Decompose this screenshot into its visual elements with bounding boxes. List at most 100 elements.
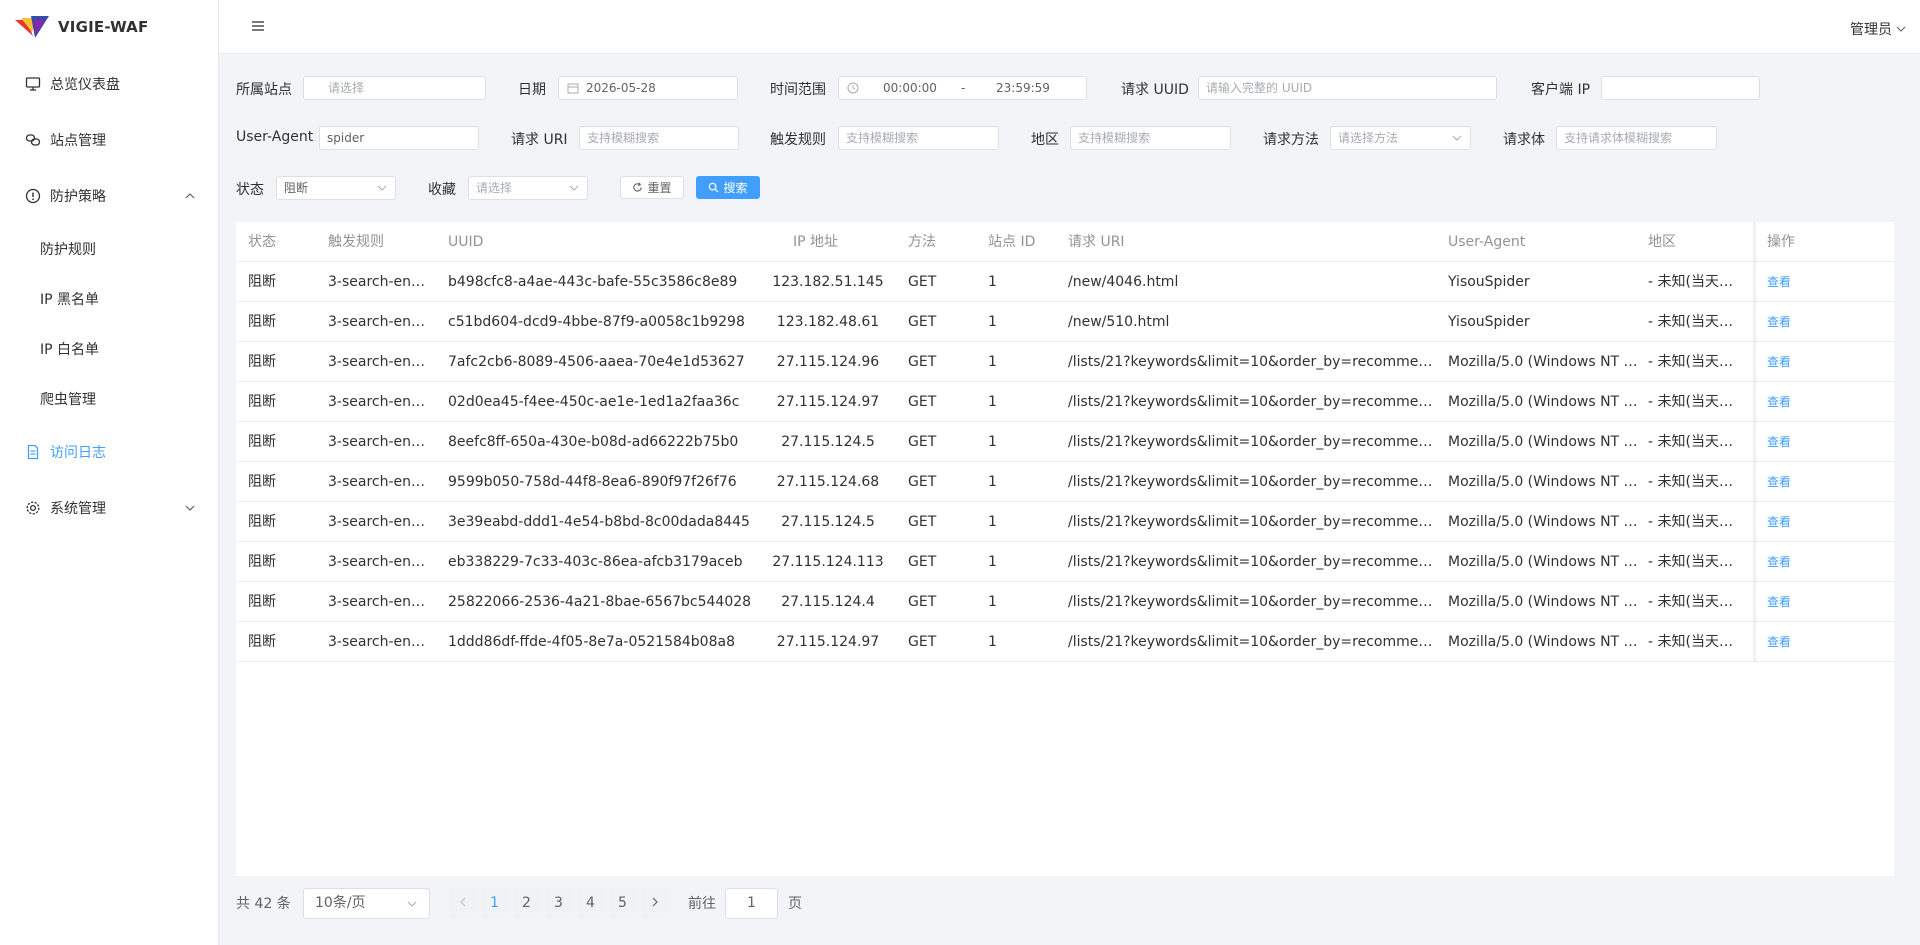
chevron-up-icon bbox=[185, 193, 195, 199]
time-separator: - bbox=[961, 81, 966, 95]
menu-access-log[interactable]: 访问日志 bbox=[0, 424, 218, 480]
logo[interactable]: VIGIE-WAF bbox=[0, 0, 218, 54]
monitor-icon bbox=[24, 75, 42, 93]
view-link[interactable]: 查看 bbox=[1767, 582, 1827, 622]
favorite-label: 收藏 bbox=[428, 182, 456, 198]
menu-system[interactable]: 系统管理 bbox=[0, 480, 218, 536]
uuid-cell: b498cfc8-a4ae-443c-bafe-55c3586c8e89 bbox=[448, 274, 738, 290]
rule-input[interactable]: 支持模糊搜索 bbox=[838, 126, 999, 150]
region-input[interactable]: 支持模糊搜索 bbox=[1070, 126, 1231, 150]
view-link[interactable]: 查看 bbox=[1767, 542, 1827, 582]
client-ip-input[interactable] bbox=[1601, 76, 1760, 100]
view-link[interactable]: 查看 bbox=[1767, 262, 1827, 302]
method-cell: GET bbox=[908, 474, 937, 490]
region-cell: - 未知(当天… bbox=[1648, 554, 1733, 570]
user-agent-cell: Mozilla/5.0 (Windows NT … bbox=[1448, 434, 1638, 450]
region-cell: - 未知(当天… bbox=[1648, 394, 1733, 410]
ip-cell: 123.182.51.145 bbox=[772, 274, 884, 290]
ip-cell: 27.115.124.96 bbox=[776, 354, 880, 370]
body-input[interactable]: 支持请求体模糊搜索 bbox=[1556, 126, 1717, 150]
status-cell: 阻断 bbox=[248, 434, 276, 450]
view-link[interactable]: 查看 bbox=[1767, 342, 1827, 382]
menu-label: 系统管理 bbox=[50, 501, 106, 517]
reset-button[interactable]: 重置 bbox=[620, 176, 684, 199]
uuid-input[interactable]: 请输入完整的 UUID bbox=[1198, 76, 1497, 100]
page-button[interactable]: 1 bbox=[481, 888, 508, 918]
method-cell: GET bbox=[908, 314, 937, 330]
table-row: 阻断 3-search-en… 9599b050-758d-44f8-8ea6-89… bbox=[236, 462, 1894, 502]
uri-input[interactable]: 支持模糊搜索 bbox=[579, 126, 739, 150]
uuid-cell: c51bd604-dcd9-4bbe-87f9-a0058c1b9298 bbox=[448, 314, 745, 330]
hamburger-icon[interactable] bbox=[252, 20, 264, 32]
method-cell: GET bbox=[908, 514, 937, 530]
pagination-total: 共 42 条 bbox=[236, 896, 291, 912]
region-cell: - 未知(当天… bbox=[1648, 514, 1733, 530]
logo-icon bbox=[15, 16, 49, 38]
rule-cell: 3-search-en… bbox=[328, 514, 426, 530]
user-menu[interactable]: 管理员 bbox=[1850, 19, 1906, 39]
view-link[interactable]: 查看 bbox=[1767, 302, 1827, 342]
method-cell: GET bbox=[908, 274, 937, 290]
page-button[interactable]: 5 bbox=[609, 888, 636, 918]
uuid-cell: eb338229-7c33-403c-86ea-afcb3179aceb bbox=[448, 554, 743, 570]
chevron-down-icon bbox=[1452, 135, 1462, 141]
view-link[interactable]: 查看 bbox=[1767, 502, 1827, 542]
next-page-button[interactable] bbox=[641, 888, 668, 918]
status-cell: 阻断 bbox=[248, 274, 276, 290]
user-agent-input[interactable]: spider bbox=[319, 126, 479, 150]
search-label: 搜索 bbox=[723, 181, 748, 195]
time-range-picker[interactable]: 00:00:00 - 23:59:59 bbox=[838, 76, 1087, 100]
view-link[interactable]: 查看 bbox=[1767, 622, 1827, 662]
uri-cell: /lists/21?keywords&limit=10&order_by=rec… bbox=[1068, 434, 1438, 450]
uuid-cell: 7afc2cb6-8089-4506-aaea-70e4e1d53627 bbox=[448, 354, 745, 370]
favorite-select[interactable]: 请选择 bbox=[468, 176, 588, 200]
user-agent-cell: Mozilla/5.0 (Windows NT … bbox=[1448, 634, 1638, 650]
table-row: 阻断 3-search-en… c51bd604-dcd9-4bbe-87f9-a0… bbox=[236, 302, 1894, 342]
status-select[interactable]: 阻断 bbox=[276, 176, 396, 200]
ip-cell: 27.115.124.97 bbox=[776, 394, 880, 410]
refresh-icon bbox=[633, 182, 643, 192]
uri-cell: /lists/21?keywords&limit=10&order_by=rec… bbox=[1068, 554, 1438, 570]
view-link[interactable]: 查看 bbox=[1767, 462, 1827, 502]
user-agent-cell: Mozilla/5.0 (Windows NT … bbox=[1448, 594, 1638, 610]
menu-protection[interactable]: 防护策略 bbox=[0, 168, 218, 224]
date-picker[interactable]: 2026-05-28 bbox=[558, 76, 738, 100]
ip-cell: 27.115.124.5 bbox=[781, 434, 875, 450]
uuid-label: 请求 UUID bbox=[1121, 82, 1189, 98]
uuid-cell: 8eefc8ff-650a-430e-b08d-ad66222b75b0 bbox=[448, 434, 739, 450]
sidebar: VIGIE-WAF 总览仪表盘 站点管理 防护策略 防护规则 IP 黑名单 IP… bbox=[0, 0, 219, 945]
rule-cell: 3-search-en… bbox=[328, 354, 426, 370]
goto-page-input[interactable]: 1 bbox=[725, 888, 778, 919]
user-agent-cell: Mozilla/5.0 (Windows NT … bbox=[1448, 514, 1638, 530]
rule-cell: 3-search-en… bbox=[328, 274, 426, 290]
menu-ip-blacklist[interactable]: IP 黑名单 bbox=[0, 274, 218, 324]
page-button[interactable]: 3 bbox=[545, 888, 572, 918]
menu-sites[interactable]: 站点管理 bbox=[0, 112, 218, 168]
page-button[interactable]: 2 bbox=[513, 888, 540, 918]
uuid-cell: 1ddd86df-ffde-4f05-8e7a-0521584b08a8 bbox=[448, 634, 735, 650]
page-button[interactable]: 4 bbox=[577, 888, 604, 918]
prev-page-button[interactable] bbox=[449, 888, 476, 918]
ip-cell: 27.115.124.68 bbox=[776, 474, 880, 490]
user-agent-cell: YisouSpider bbox=[1448, 314, 1530, 330]
page-size-select[interactable]: 10条/页 bbox=[303, 888, 430, 919]
table-row: 阻断 3-search-en… eb338229-7c33-403c-86ea-af… bbox=[236, 542, 1894, 582]
view-link[interactable]: 查看 bbox=[1767, 382, 1827, 422]
site-select[interactable]: 请选择 bbox=[303, 76, 486, 100]
menu-ip-whitelist[interactable]: IP 白名单 bbox=[0, 324, 218, 374]
method-cell: GET bbox=[908, 394, 937, 410]
menu-crawler[interactable]: 爬虫管理 bbox=[0, 374, 218, 424]
link-icon bbox=[24, 131, 42, 149]
view-link[interactable]: 查看 bbox=[1767, 422, 1827, 462]
menu-dashboard[interactable]: 总览仪表盘 bbox=[0, 56, 218, 112]
method-select[interactable]: 请选择方法 bbox=[1330, 126, 1471, 150]
search-button[interactable]: 搜索 bbox=[696, 176, 760, 199]
client-ip-label: 客户端 IP bbox=[1531, 82, 1591, 98]
menu-protection-rules[interactable]: 防护规则 bbox=[0, 224, 218, 274]
uri-cell: /lists/21?keywords&limit=10&order_by=rec… bbox=[1068, 394, 1438, 410]
rule-cell: 3-search-en… bbox=[328, 554, 426, 570]
column-header: UUID bbox=[448, 234, 484, 250]
fixed-column-shadow bbox=[1754, 222, 1758, 662]
status-label: 状态 bbox=[236, 182, 264, 198]
region-cell: - 未知(当天… bbox=[1648, 434, 1733, 450]
